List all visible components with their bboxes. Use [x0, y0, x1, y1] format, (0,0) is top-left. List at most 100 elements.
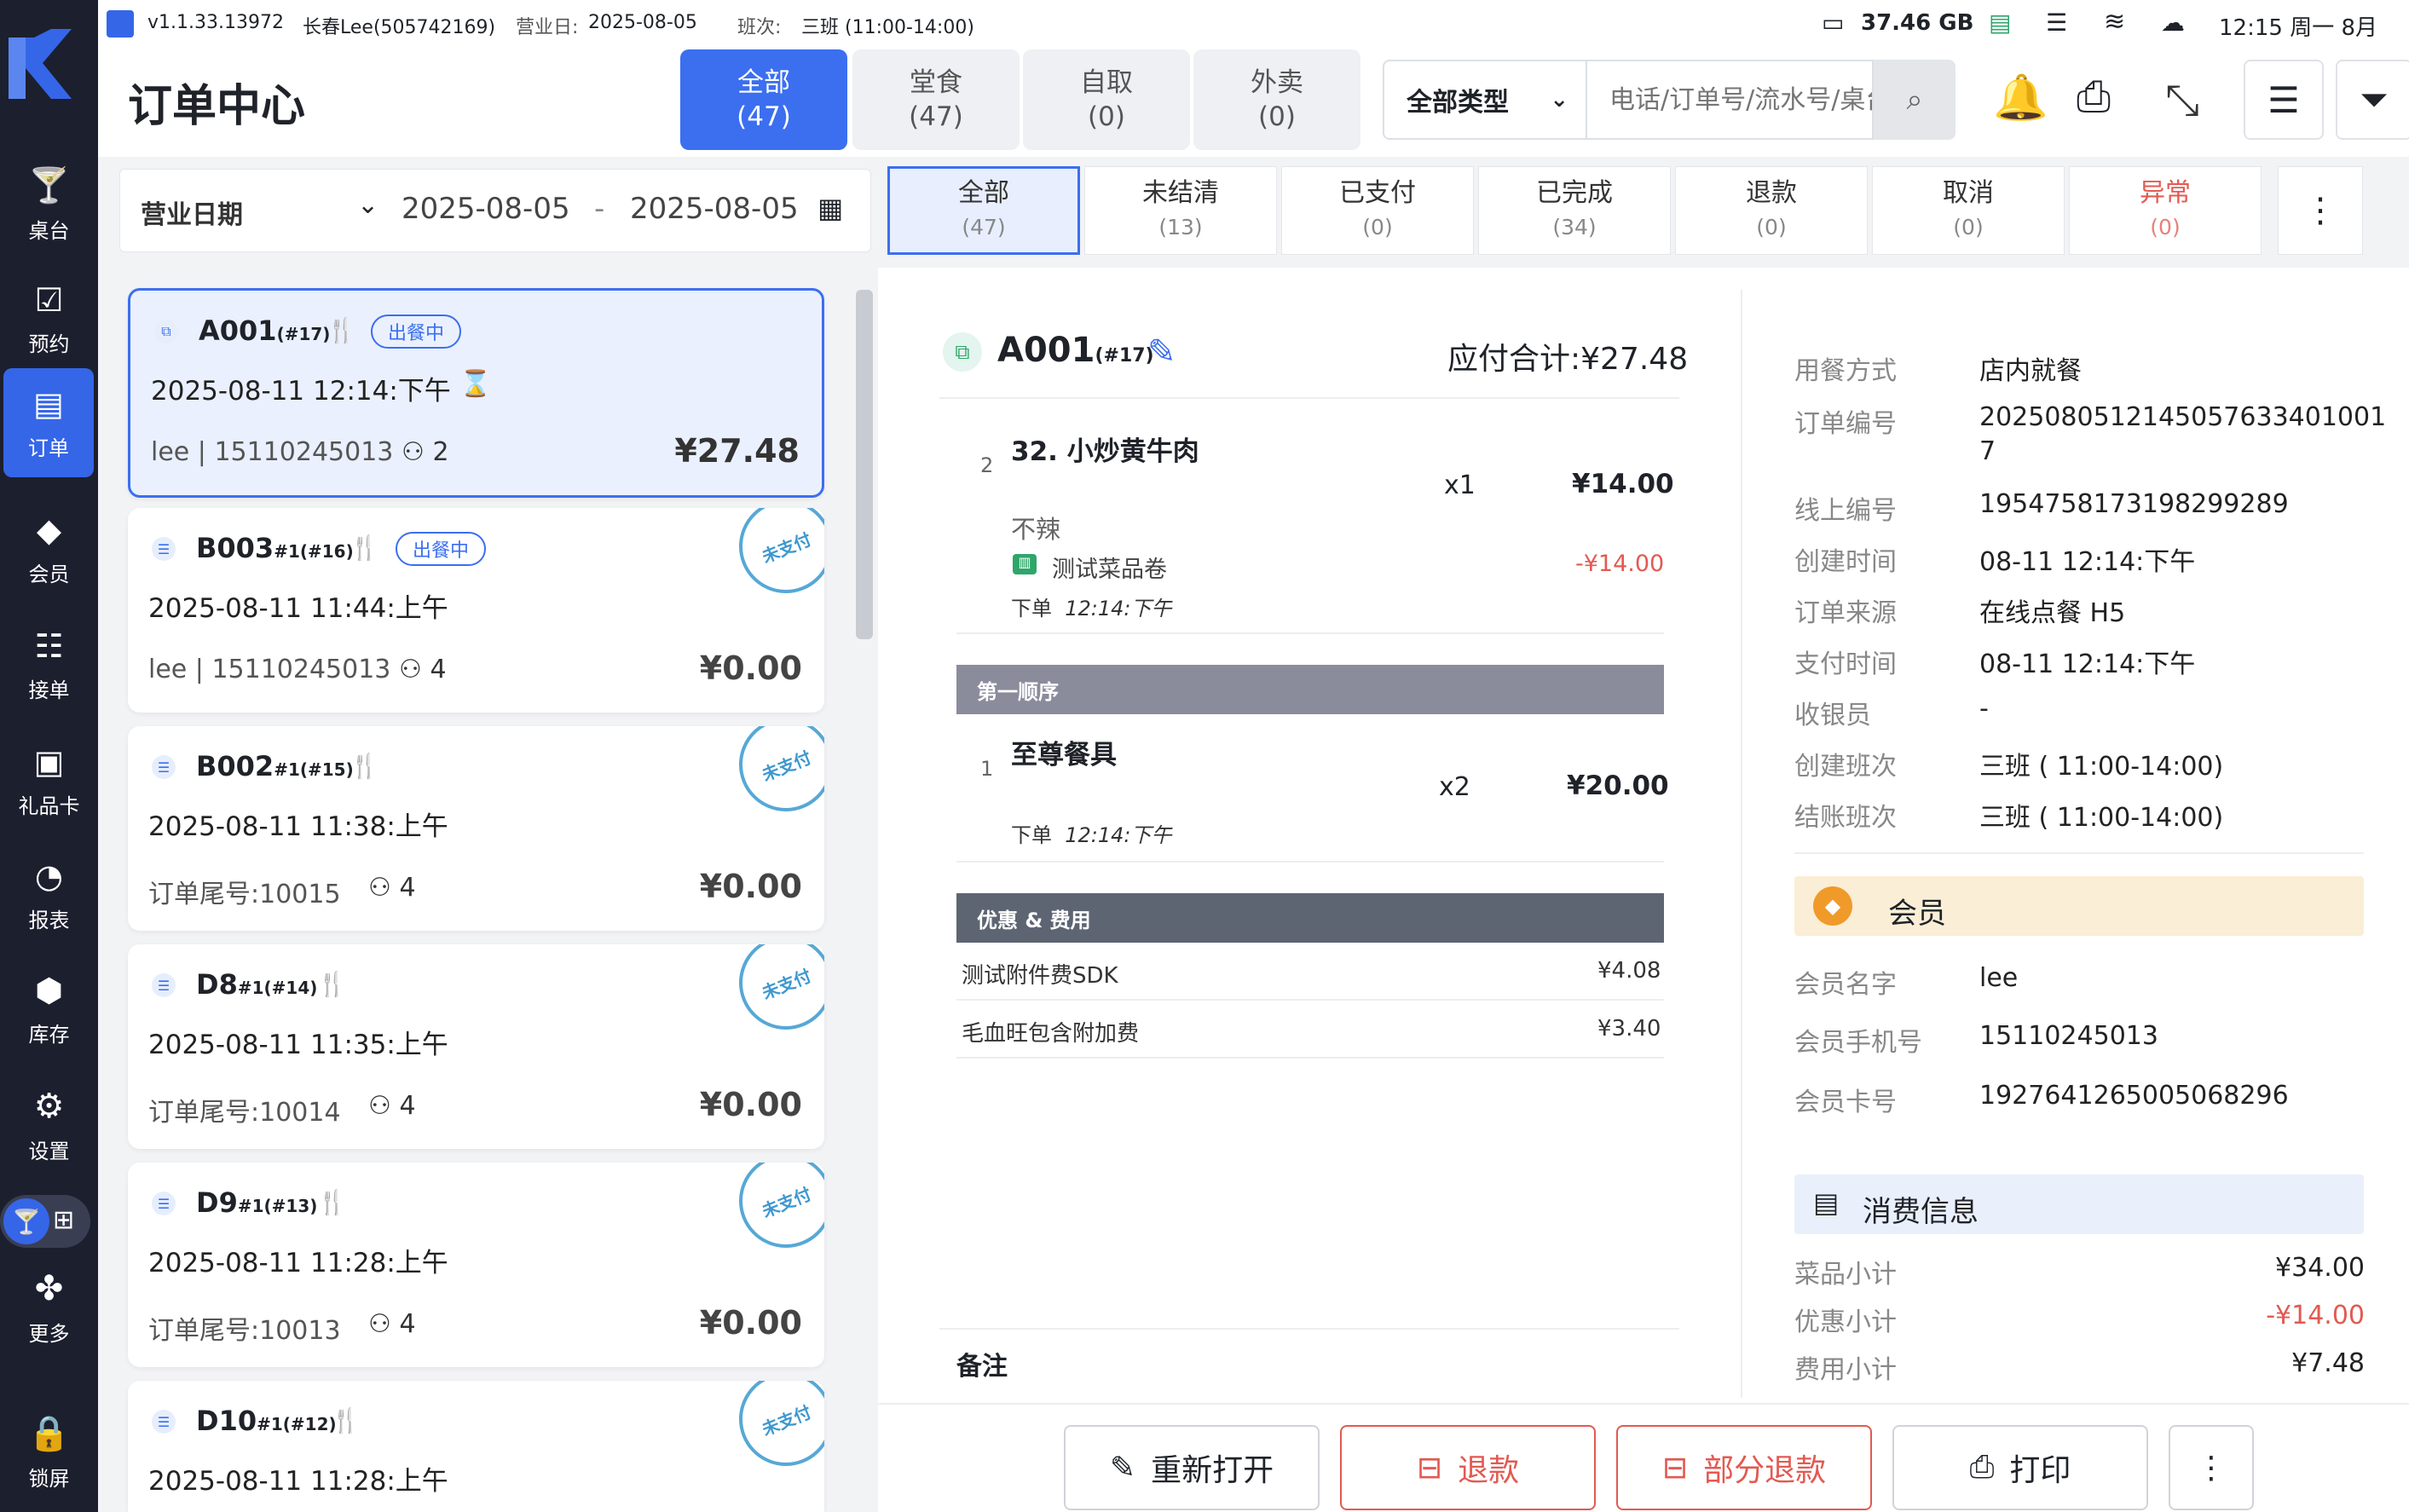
order-card[interactable]: ☰ D9#1(#13) 🍴 未支付 2025-08-11 11:28:上午 订单…: [128, 1163, 824, 1367]
divider: [1794, 852, 2364, 854]
type-select[interactable]: 全部类型 ⌄: [1383, 60, 1587, 140]
tab-status-paid[interactable]: 已支付 (0): [1281, 166, 1474, 255]
item-qty: x2: [1439, 772, 1470, 802]
grid-icon: ✤: [34, 1268, 64, 1308]
tab-status-cancel[interactable]: 取消 (0): [1872, 166, 2065, 255]
divider: [939, 1328, 1679, 1330]
sidebar-item-lock[interactable]: 🔒 锁屏: [0, 1398, 98, 1507]
status-badge: 出餐中: [371, 315, 462, 349]
pie-chart-icon: ◔: [34, 857, 64, 895]
list-scrollbar[interactable]: [856, 290, 873, 639]
cutlery-icon: 🍴: [326, 316, 356, 344]
hourglass-icon: ⌛: [459, 369, 492, 399]
tab-status-completed[interactable]: 已完成 (34): [1478, 166, 1671, 255]
detail-order-code: A001(#17): [997, 331, 1154, 370]
quick-switch[interactable]: 🍸 ⊞: [0, 1195, 90, 1248]
dine-in-icon: ☰: [152, 973, 176, 997]
wifi-icon: ≋: [2104, 7, 2126, 37]
dine-in-icon: ☰: [152, 1192, 176, 1215]
order-card[interactable]: ☰ D10#1(#12) 🍴 未支付 2025-08-11 11:28:上午: [128, 1381, 824, 1512]
divider: [956, 1057, 1664, 1059]
coupon-discount: -¥14.00: [1575, 551, 1665, 577]
sidebar-item-more[interactable]: ✤ 更多: [0, 1253, 98, 1362]
sidebar-item-member[interactable]: ◆ 会员: [0, 494, 98, 603]
created-time: 08-11 12:14:下午: [1979, 547, 2196, 577]
tab-status-refund[interactable]: 退款 (0): [1675, 166, 1868, 255]
refund-button[interactable]: ⊟ 退款: [1340, 1425, 1596, 1510]
person-icon: ⚇: [402, 437, 425, 467]
cutlery-icon: 🍴: [350, 752, 379, 780]
divider: [1741, 290, 1742, 1398]
online-number: 1954758173198299289: [1979, 489, 2289, 519]
sidebar-item-inventory[interactable]: ⬢ 库存: [0, 955, 98, 1064]
fee-amount: ¥3.40: [1597, 1016, 1661, 1042]
tab-delivery[interactable]: 外卖 (0): [1193, 49, 1360, 150]
sidebar: 🍸 桌台 ☑ 预约 ▤ 订单 ◆ 会员 ☷ 接单 ▣ 礼品卡 ◔ 报表 ⬢ 库存 ⚙ 设置 🍸 ⊞…: [0, 0, 98, 1512]
print-button[interactable]: ⎙ 打印: [1892, 1425, 2148, 1510]
sidebar-item-giftcard[interactable]: ▣ 礼品卡: [0, 726, 98, 835]
cutlery-icon: 🍴: [317, 1188, 347, 1216]
shift-value: 三班 (11:00-14:00): [801, 17, 974, 38]
dish-subtotal: ¥34.00: [2275, 1253, 2365, 1283]
person-icon: ⚇: [368, 873, 391, 903]
member-card-no: 1927641265005068296: [1979, 1081, 2289, 1111]
sidebar-item-report[interactable]: ◔ 报表: [0, 840, 98, 949]
receipt-icon: ▤: [1813, 1186, 1840, 1219]
consume-header: ▤ 消费信息: [1794, 1174, 2364, 1234]
edit-icon[interactable]: ✎: [1147, 332, 1176, 372]
dine-in-icon: ⧉: [943, 332, 982, 372]
search-button[interactable]: ⌕: [1874, 60, 1956, 140]
sidebar-item-settings[interactable]: ⚙ 设置: [0, 1071, 98, 1180]
tab-status-abnormal[interactable]: 异常 (0): [2069, 166, 2262, 255]
person-icon: ⚇: [399, 655, 422, 684]
reopen-button[interactable]: ✎ 重新打开: [1064, 1425, 1320, 1510]
cutlery-icon: 🍴: [331, 1406, 361, 1434]
partial-refund-button[interactable]: ⊟ 部分退款: [1616, 1425, 1872, 1510]
tab-all-types[interactable]: 全部 (47): [680, 49, 847, 150]
remark-label: 备注: [956, 1352, 1008, 1382]
unpaid-stamp: 未支付: [725, 726, 824, 826]
discount-subtotal: -¥14.00: [2266, 1301, 2365, 1330]
collapse-icon[interactable]: ⤡: [2165, 75, 2199, 125]
search-icon: ⌕: [1906, 83, 1923, 117]
sidebar-item-table[interactable]: 🍸 桌台: [0, 150, 98, 259]
divider: [956, 632, 1664, 634]
printer-icon[interactable]: ⎙: [2077, 72, 2111, 122]
date-from[interactable]: 2025-08-05: [402, 192, 570, 226]
item-price: ¥20.00: [1567, 770, 1669, 801]
search-input[interactable]: [1587, 60, 1874, 140]
more-filter-button[interactable]: ⋮: [2278, 166, 2363, 255]
coupon-name: 测试菜品卷: [1052, 557, 1167, 583]
chevron-down-icon: ⌄: [1550, 87, 1568, 113]
item-qty: x1: [1444, 470, 1476, 500]
member-header: ◆ 会员: [1794, 876, 2364, 936]
tab-status-all[interactable]: 全部 (47): [887, 166, 1080, 255]
page-title: 订单中心: [128, 81, 306, 132]
sidebar-item-orders[interactable]: ▤ 订单: [3, 368, 94, 477]
order-card[interactable]: ☰ B003#1(#16) 🍴 出餐中 未支付 2025-08-11 11:44…: [128, 508, 824, 713]
gear-icon: ⚙: [33, 1086, 65, 1126]
gift-card-icon: ▣: [33, 742, 65, 781]
date-to[interactable]: 2025-08-05: [630, 192, 799, 226]
tab-dine-in[interactable]: 堂食 (47): [852, 49, 1020, 150]
filter-button[interactable]: ⏷: [2336, 60, 2409, 140]
member-icon: ◆: [1813, 886, 1852, 926]
date-range-picker[interactable]: 营业日期 ⌄ 2025-08-05 - 2025-08-05 ▦: [119, 169, 871, 252]
dine-in-icon: ☰: [152, 537, 176, 561]
sidebar-item-accept[interactable]: ☷ 接单: [0, 610, 98, 719]
order-card[interactable]: ☰ D8#1(#14) 🍴 未支付 2025-08-11 11:35:上午 订单…: [128, 944, 824, 1149]
tab-pickup[interactable]: 自取 (0): [1023, 49, 1190, 150]
tab-status-unsettled[interactable]: 未结清 (13): [1084, 166, 1277, 255]
calendar-icon: ▦: [817, 192, 844, 224]
order-card[interactable]: ☰ B002#1(#15) 🍴 未支付 2025-08-11 11:38:上午 …: [128, 726, 824, 931]
sort-button[interactable]: ☰: [2244, 60, 2324, 140]
sidebar-item-reservation[interactable]: ☑ 预约: [0, 264, 98, 373]
more-vertical-icon: ⋮: [2303, 191, 2337, 230]
bell-icon[interactable]: 🔔: [1993, 72, 2048, 124]
order-card[interactable]: ⧉ A001(#17) 🍴 出餐中 2025-08-11 12:14:下午 ⌛ …: [128, 288, 824, 498]
more-actions-button[interactable]: ⋮: [2169, 1425, 2254, 1510]
status-bar: v1.1.33.13972 长春Lee(505742169) 营业日: 2025…: [98, 0, 2409, 72]
item-note: 不辣: [1011, 515, 1061, 544]
unpaid-stamp: 未支付: [725, 944, 824, 1044]
person-icon: ⚇: [368, 1091, 391, 1121]
